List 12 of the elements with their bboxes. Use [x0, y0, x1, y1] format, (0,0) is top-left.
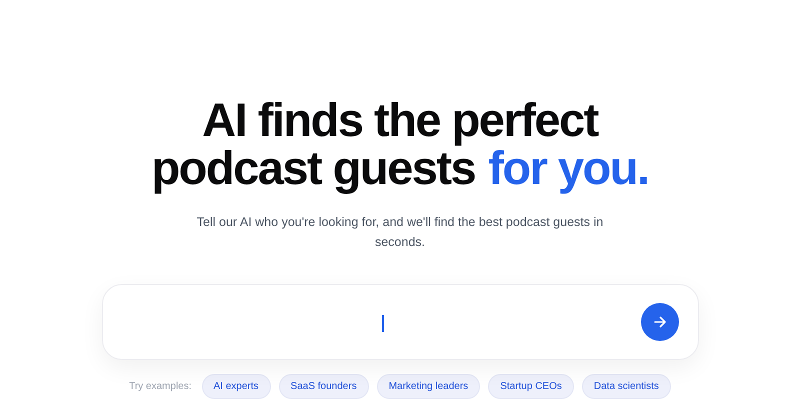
arrow-right-icon: [654, 316, 666, 328]
example-chip[interactable]: Data scientists: [582, 374, 671, 399]
example-chip[interactable]: AI experts: [202, 374, 271, 399]
example-chip[interactable]: Marketing leaders: [376, 374, 480, 399]
example-chip[interactable]: Startup CEOs: [488, 374, 574, 399]
headline-highlight: for you.: [488, 144, 649, 192]
examples-label: Try examples:: [129, 380, 192, 394]
example-chip[interactable]: SaaS founders: [278, 374, 369, 399]
search-field[interactable]: [102, 284, 698, 360]
submit-button[interactable]: [640, 303, 678, 341]
subtitle: Tell our AI who you're looking for, and we'll find the best podcast guests in seconds.: [196, 214, 604, 251]
headline: AI finds the perfect: [202, 96, 598, 144]
